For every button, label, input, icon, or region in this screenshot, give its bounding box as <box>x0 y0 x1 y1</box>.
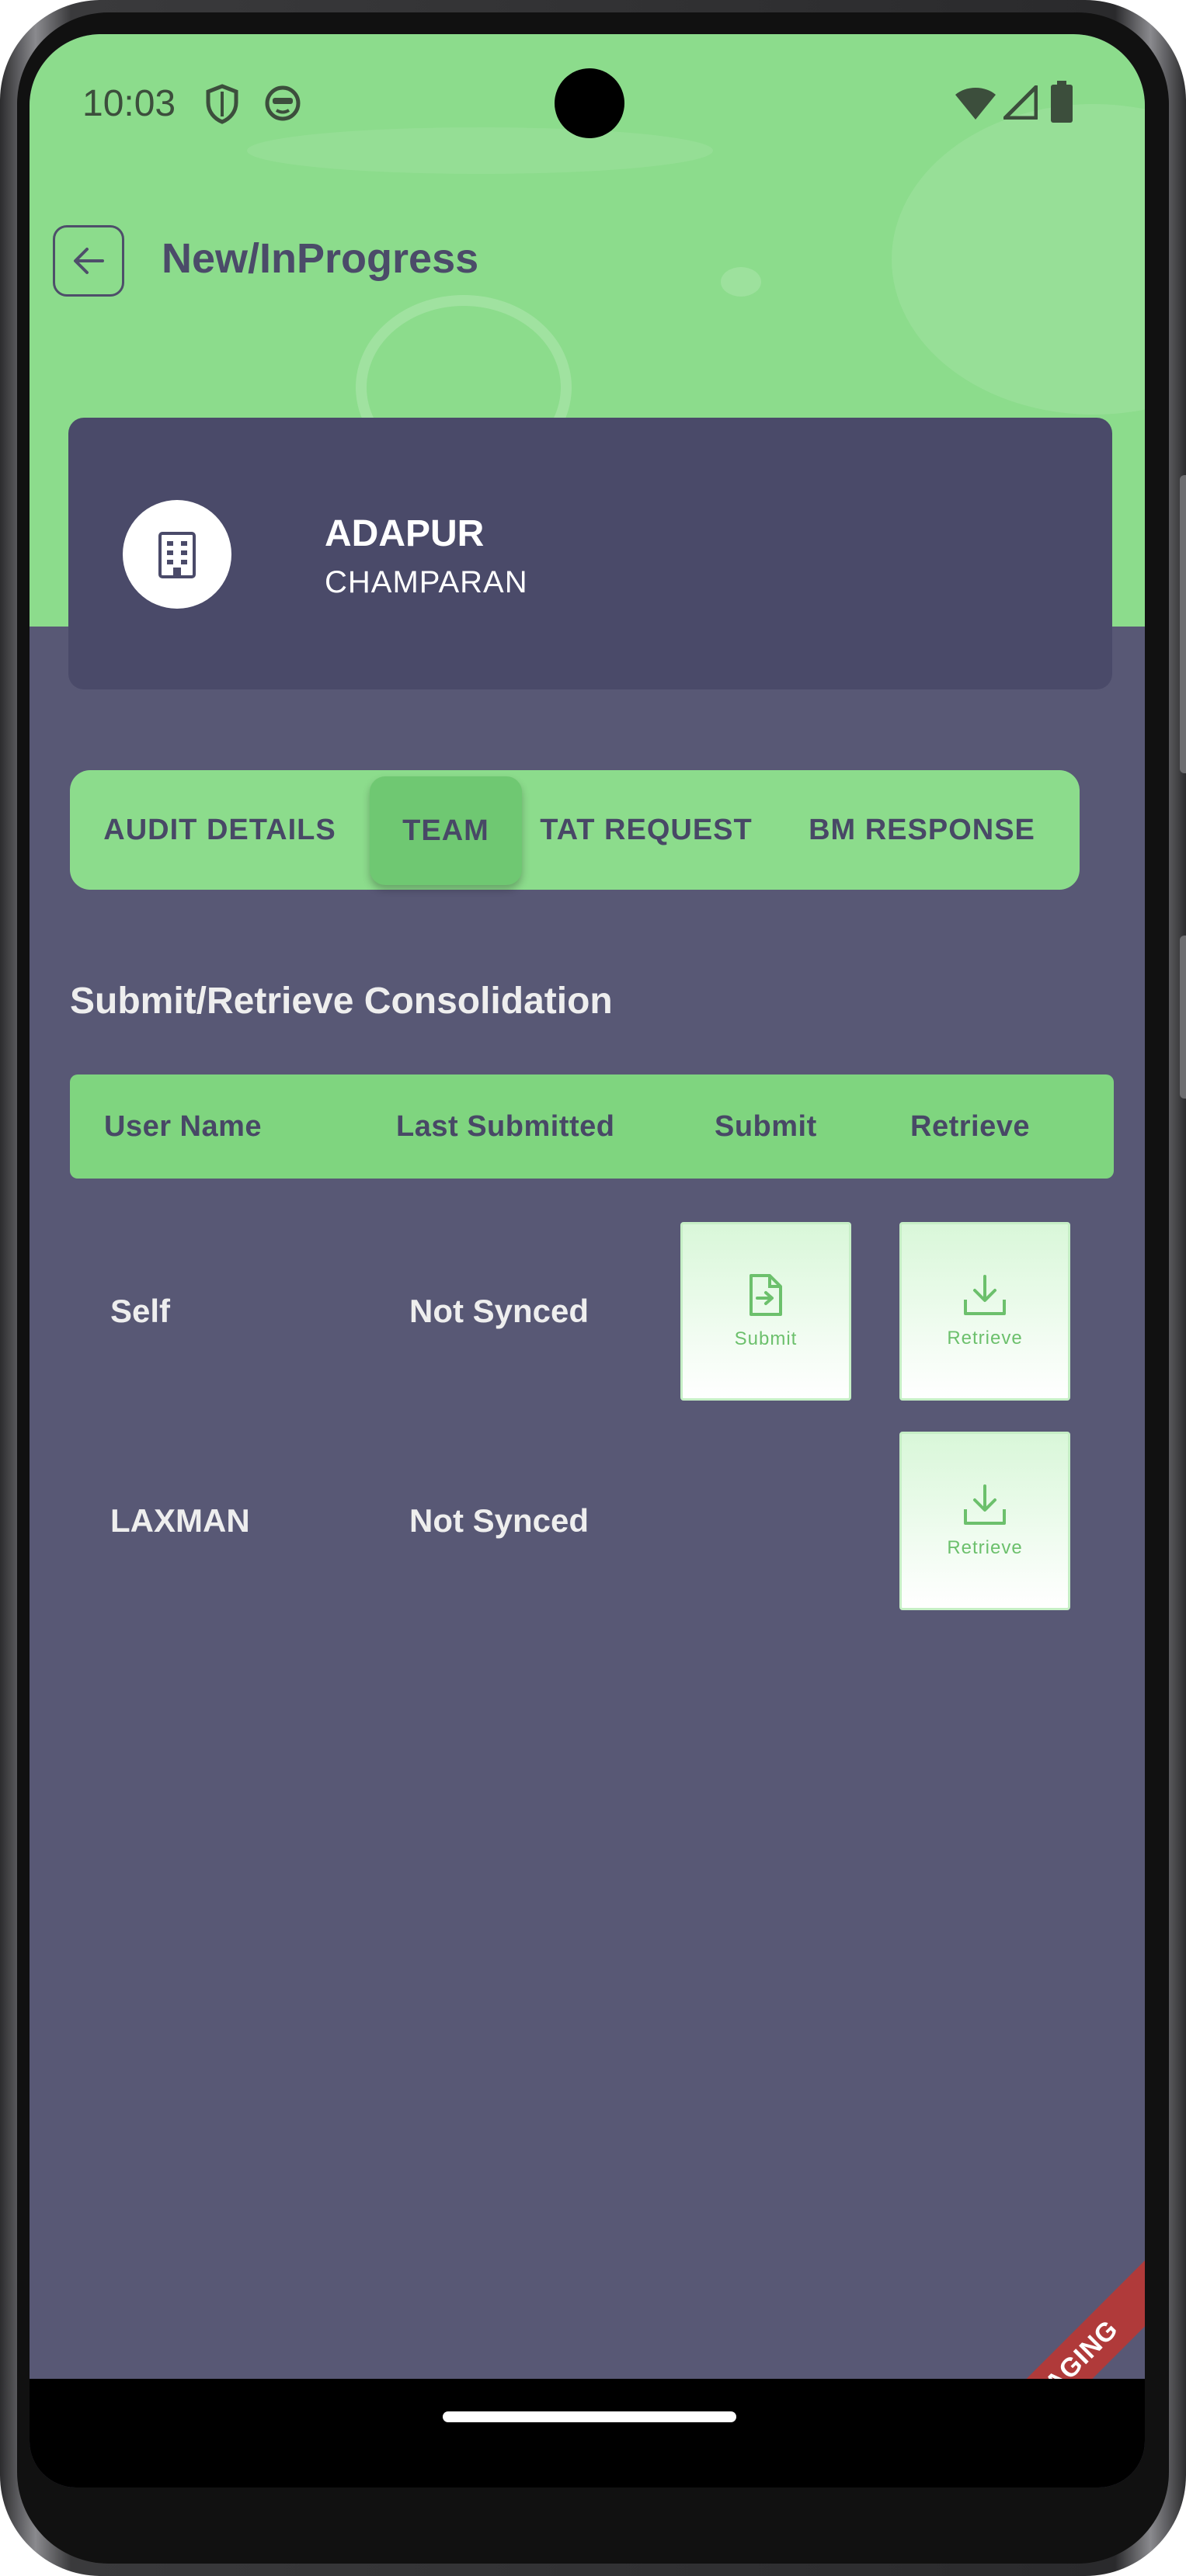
column-header-submit: Submit <box>715 1109 817 1143</box>
tab-bm-response[interactable]: BM RESPONSE <box>764 770 1080 890</box>
sync-status-cell: Not Synced <box>409 1502 590 1539</box>
user-name-cell: LAXMAN <box>110 1502 250 1539</box>
branch-region: CHAMPARAN <box>325 565 528 599</box>
retrieve-button[interactable]: Retrieve <box>899 1432 1070 1610</box>
device-frame: 10:03 New/InProgress ADAPUR CHAMPARAN AU… <box>0 0 1186 2576</box>
table-header: User Name Last Submitted Submit Retrieve <box>70 1074 1114 1179</box>
signal-icon <box>1003 85 1038 120</box>
submit-button-label: Submit <box>734 1328 798 1349</box>
home-indicator[interactable] <box>443 2411 736 2422</box>
status-bar: 10:03 <box>30 34 1145 174</box>
retrieve-button-label: Retrieve <box>947 1537 1023 1558</box>
building-icon <box>158 532 196 578</box>
page-title: New/InProgress <box>162 235 479 282</box>
tab-team[interactable]: TEAM <box>370 776 522 885</box>
navigation-bar <box>30 2379 1145 2487</box>
branch-card: ADAPUR CHAMPARAN <box>68 418 1112 689</box>
power-button <box>1180 936 1186 1099</box>
table-row: Self Not Synced Submit Retrieve <box>70 1222 1114 1401</box>
branch-name: ADAPUR <box>325 513 485 554</box>
download-icon <box>964 1275 1006 1315</box>
status-time: 10:03 <box>82 83 176 124</box>
file-submit-icon <box>750 1274 782 1316</box>
decor-dot <box>721 267 761 297</box>
branch-avatar <box>123 500 231 609</box>
face-icon <box>265 85 301 121</box>
retrieve-button[interactable]: Retrieve <box>899 1222 1070 1401</box>
screen: 10:03 New/InProgress ADAPUR CHAMPARAN AU… <box>30 34 1145 2487</box>
front-camera <box>555 68 624 138</box>
tab-tat-request[interactable]: TAT REQUEST <box>528 770 764 890</box>
wifi-icon <box>955 88 996 120</box>
tab-bar: AUDIT DETAILS TEAM TAT REQUEST BM RESPON… <box>70 770 1080 890</box>
back-button[interactable] <box>53 225 124 297</box>
column-header-last-submitted: Last Submitted <box>396 1109 615 1143</box>
shield-icon <box>206 84 238 124</box>
arrow-left-icon <box>74 248 104 274</box>
tab-audit-details[interactable]: AUDIT DETAILS <box>70 770 370 890</box>
table-row: LAXMAN Not Synced Retrieve <box>70 1432 1114 1610</box>
section-title: Submit/Retrieve Consolidation <box>70 981 613 1022</box>
retrieve-button-label: Retrieve <box>947 1328 1023 1349</box>
column-header-retrieve: Retrieve <box>910 1109 1030 1143</box>
sync-status-cell: Not Synced <box>409 1293 590 1329</box>
column-header-user-name: User Name <box>104 1109 263 1143</box>
volume-button <box>1180 475 1186 773</box>
battery-icon <box>1051 81 1073 123</box>
download-icon <box>964 1484 1006 1525</box>
submit-button[interactable]: Submit <box>680 1222 851 1401</box>
user-name-cell: Self <box>110 1293 171 1329</box>
